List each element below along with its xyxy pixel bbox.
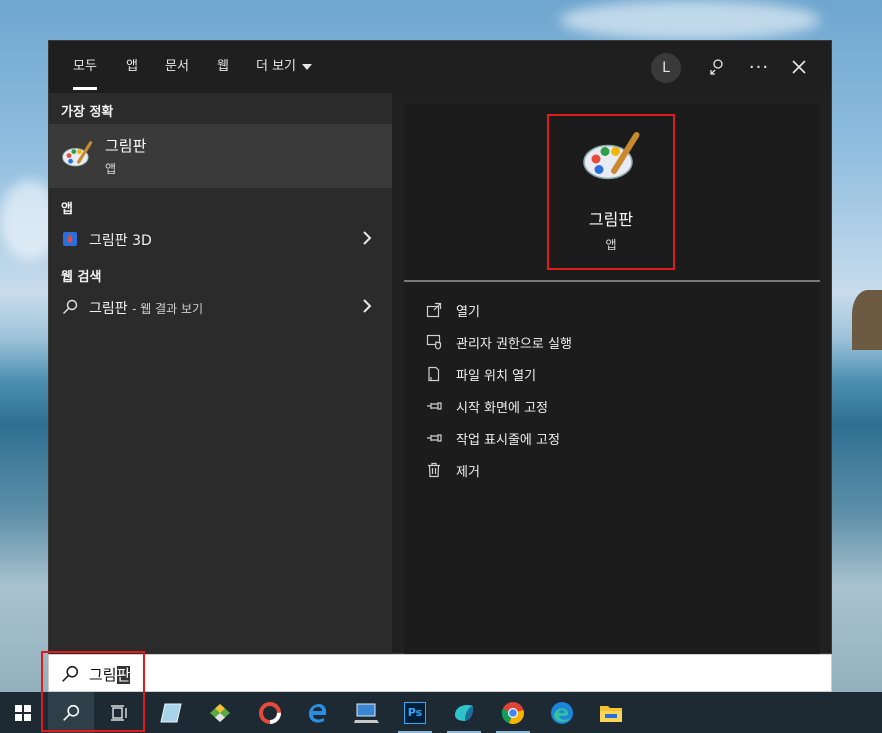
chevron-right-icon[interactable] [360,298,374,314]
windows-start-icon [15,704,31,721]
action-pin-start[interactable]: 시작 화면에 고정 [426,394,806,418]
shield-icon [426,334,442,350]
chrome-icon [501,701,524,724]
search-icon [62,665,79,682]
app-type: 앱 [605,238,617,252]
search-box[interactable]: 그림판 [48,654,832,692]
search-input[interactable]: 그림판 [89,664,131,685]
close-button[interactable] [783,51,815,83]
preview-pane: 그림판 앱 열기 관리자 권한으로 실행 파일 위치 열기 시작 화면에 고정 … [404,104,820,655]
search-icon [63,299,78,314]
app-icon [259,701,281,724]
more-options-icon: ··· [748,56,770,78]
filter-bar: 모두 앱 문서 웹 더 보기 L ··· [49,41,831,93]
best-match-type: 앱 [105,162,117,176]
results-pane: 가장 정확 그림판 앱 앱 그림판 3D 웹 검색 그림판 - 웹 결과 보기 [49,93,392,655]
pin-icon [427,402,442,410]
search-icon [63,704,80,721]
action-open-file-location[interactable]: 파일 위치 열기 [426,362,806,386]
more-options-button[interactable]: ··· [743,51,775,83]
feedback-icon [710,59,723,75]
web-search-label: 그림판 - 웹 결과 보기 [89,298,203,318]
tab-apps[interactable]: 앱 [126,57,138,77]
feedback-button[interactable] [701,51,733,83]
app-name: 그림판 3D [89,233,152,249]
taskbar-search-button[interactable] [48,692,94,733]
action-run-as-admin[interactable]: 관리자 권한으로 실행 [426,330,806,354]
photoshop-label: Ps [407,706,423,719]
divider [404,280,820,282]
taskbar-app-chrome[interactable] [490,692,536,733]
paint3d-icon [63,232,77,246]
app-preview[interactable]: 그림판 앱 [547,114,675,270]
tab-more-label: 더 보기 [256,59,297,74]
user-avatar[interactable]: L [651,53,681,83]
network-icon [210,703,230,722]
action-label: 파일 위치 열기 [456,369,537,384]
list-item-paint3d[interactable]: 그림판 3D [49,223,392,255]
action-label: 열기 [456,305,480,320]
taskbar-app-edge[interactable] [539,692,585,733]
photoshop-icon: Ps [404,701,426,724]
open-icon [426,302,442,318]
task-view-button[interactable] [96,692,142,733]
chevron-right-icon[interactable] [360,230,374,246]
paint-icon [62,141,93,167]
chevron-down-icon [302,64,313,70]
list-item-web-search[interactable]: 그림판 - 웹 결과 보기 [49,291,392,323]
app-name: 그림판 [588,210,634,229]
taskbar-app-computer[interactable] [344,692,390,733]
taskbar-app-notepad[interactable] [148,692,194,733]
notepad-icon [160,703,182,722]
taskbar-app[interactable] [441,692,487,733]
cloud [560,0,820,40]
start-search-panel: 모두 앱 문서 웹 더 보기 L ··· 가장 정확 그림판 앱 앱 그림판 3… [48,40,832,655]
taskbar-app[interactable] [247,692,293,733]
apps-heading: 앱 [61,202,73,217]
action-pin-taskbar[interactable]: 작업 표시줄에 고정 [426,426,806,450]
action-uninstall[interactable]: 제거 [426,458,806,482]
computer-icon [354,703,379,723]
start-button[interactable] [0,692,46,733]
tab-more[interactable]: 더 보기 [256,57,313,77]
web-search-heading: 웹 검색 [61,270,102,285]
action-label: 작업 표시줄에 고정 [456,433,560,448]
taskbar-app-photoshop[interactable]: Ps [392,692,438,733]
file-location-icon [428,366,440,382]
app-icon [455,704,474,721]
action-open[interactable]: 열기 [426,298,806,322]
action-label: 제거 [456,465,480,480]
paint-icon [583,132,640,180]
action-label: 시작 화면에 고정 [456,401,548,416]
edge-legacy-icon [309,703,327,723]
close-icon [792,60,806,74]
task-view-icon [111,704,127,721]
best-match-heading: 가장 정확 [61,105,114,120]
best-match-item[interactable]: 그림판 앱 [49,124,392,188]
file-explorer-icon [600,705,622,722]
trash-icon [428,462,440,478]
search-selected-text: 판 [116,666,131,684]
action-label: 관리자 권한으로 실행 [456,337,572,352]
search-typed-text: 그림 [89,666,117,684]
taskbar-app-ie[interactable] [295,692,341,733]
taskbar: Ps [0,692,882,733]
web-suffix: - 웹 결과 보기 [132,302,204,316]
web-query: 그림판 [89,301,128,317]
rock [852,290,882,350]
edge-icon [551,701,573,724]
tab-web[interactable]: 웹 [217,57,229,77]
taskbar-app-network[interactable] [197,692,243,733]
best-match-name: 그림판 [105,137,147,155]
tab-all[interactable]: 모두 [73,57,97,90]
tab-documents[interactable]: 문서 [165,57,189,77]
pin-icon [427,434,442,442]
taskbar-app-file-explorer[interactable] [588,692,634,733]
